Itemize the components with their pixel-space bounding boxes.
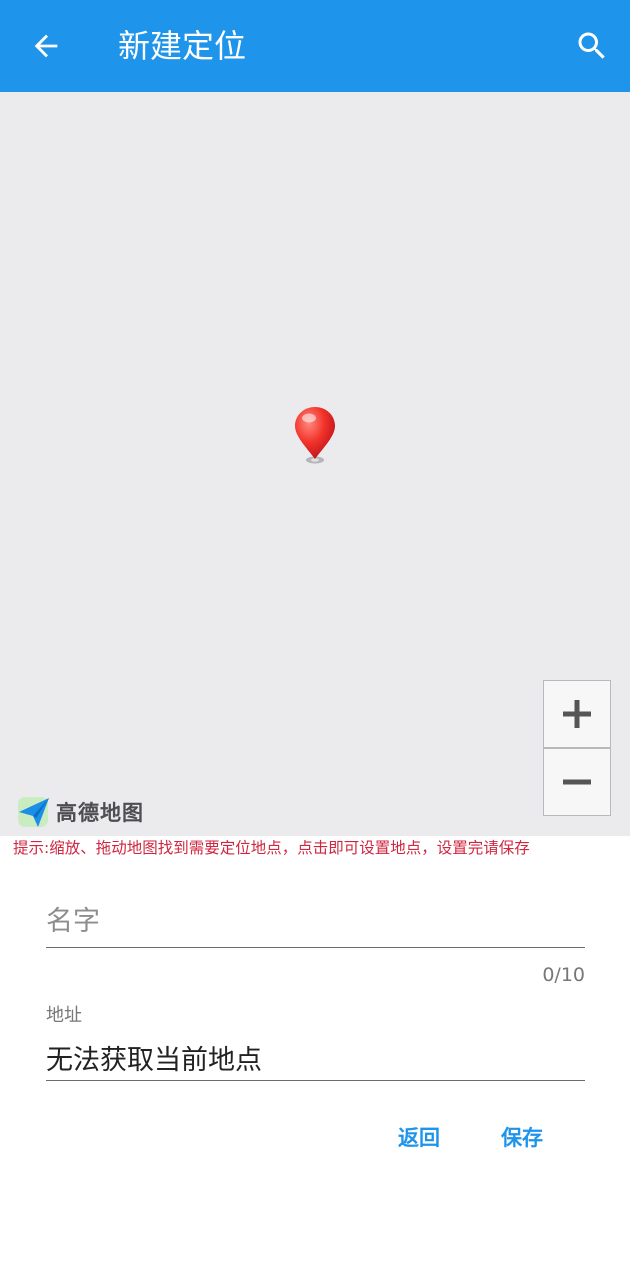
zoom-in-button[interactable] — [543, 680, 611, 748]
search-button[interactable] — [562, 16, 622, 76]
amap-logo-text: 高德地图 — [56, 801, 144, 825]
address-label: 地址 — [46, 1005, 82, 1026]
back-button[interactable] — [16, 16, 76, 76]
map-view[interactable]: 高德地图 — [0, 92, 630, 836]
search-icon — [578, 32, 605, 59]
zoom-out-button[interactable] — [543, 748, 611, 816]
back-action-button[interactable]: 返回 — [392, 1115, 446, 1161]
name-input[interactable] — [46, 895, 585, 948]
address-input[interactable] — [46, 1034, 585, 1081]
plus-icon — [563, 700, 591, 728]
map-pin-icon[interactable] — [292, 404, 338, 466]
minus-icon — [563, 779, 591, 785]
hint-text: 提示:缩放、拖动地图找到需要定位地点，点击即可设置地点，设置完请保存 — [13, 839, 530, 857]
arrow-left-icon — [34, 34, 58, 58]
page-title: 新建定位 — [118, 27, 247, 65]
amap-logo: 高德地图 — [16, 792, 144, 832]
app-bar: 新建定位 — [0, 0, 630, 92]
amap-logo-icon — [18, 797, 49, 827]
zoom-controls — [543, 680, 611, 816]
name-char-counter: 0/10 — [542, 964, 585, 986]
save-button[interactable]: 保存 — [495, 1115, 549, 1161]
